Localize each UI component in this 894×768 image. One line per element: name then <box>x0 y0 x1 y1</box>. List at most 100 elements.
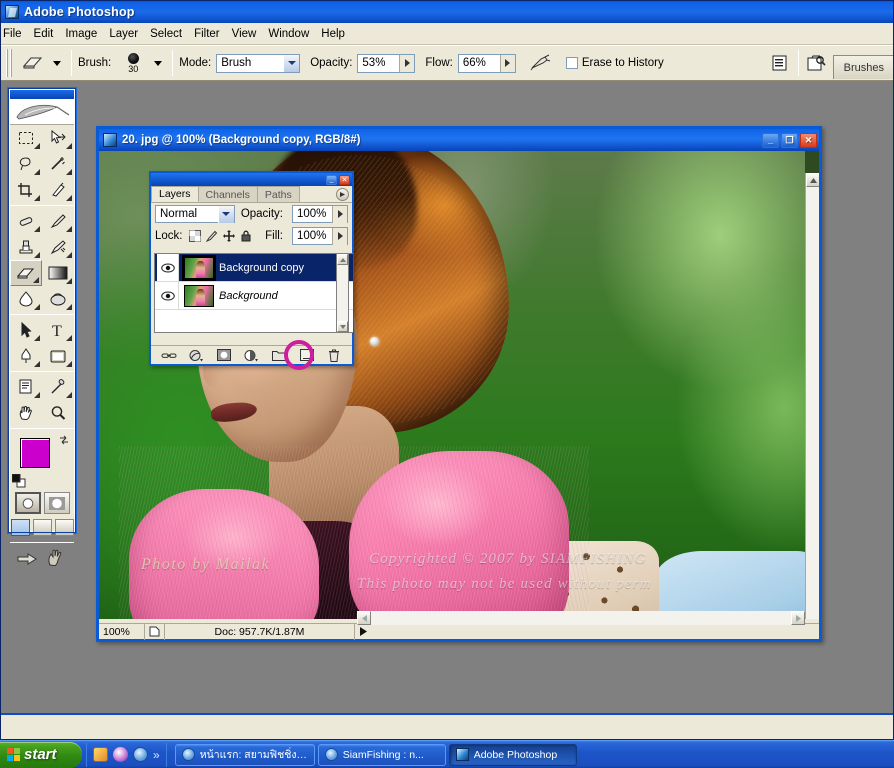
flow-slider-arrow-icon[interactable] <box>499 54 515 72</box>
erase-to-history-checkbox[interactable]: Erase to History <box>565 57 664 69</box>
scroll-right-arrow-icon[interactable] <box>791 611 805 625</box>
adjustment-layer-icon[interactable] <box>243 348 260 363</box>
brushes-palette-tab[interactable]: Brushes <box>832 55 893 79</box>
table-row[interactable]: Background <box>155 282 353 310</box>
opacity-slider-arrow-icon[interactable] <box>399 54 415 72</box>
document-title-bar[interactable]: 20. jpg @ 100% (Background copy, RGB/8#)… <box>99 129 819 151</box>
chevron-right-icon[interactable]: » <box>153 748 160 762</box>
standard-screen-mode-button[interactable] <box>10 519 30 536</box>
menu-item-filter[interactable]: Filter <box>186 26 228 42</box>
options-bar-grip[interactable] <box>5 48 13 78</box>
close-button[interactable]: ✕ <box>800 132 817 148</box>
brush-tool[interactable] <box>42 208 74 234</box>
minimize-button[interactable]: _ <box>762 132 779 148</box>
tab-layers[interactable]: Layers <box>151 186 199 202</box>
menu-item-select[interactable]: Select <box>142 26 190 42</box>
notes-tool[interactable] <box>10 374 42 400</box>
taskbar-button-siamfishing-home[interactable]: หน้าแรก: สยามฟิชชิ่ง -... <box>174 743 315 766</box>
layer-mask-icon[interactable] <box>215 348 232 363</box>
delete-layer-icon[interactable] <box>326 348 343 363</box>
layer-thumbnail[interactable] <box>184 284 214 307</box>
scroll-up-arrow-icon[interactable] <box>806 173 819 187</box>
lock-position-icon[interactable] <box>222 230 235 242</box>
table-row[interactable]: Background copy <box>155 254 353 282</box>
mode-select[interactable]: Brush <box>216 53 301 73</box>
toolbox-title-bar[interactable] <box>10 90 74 99</box>
tab-channels[interactable]: Channels <box>197 186 258 202</box>
eraser-icon[interactable] <box>17 50 49 76</box>
layer-name[interactable]: Background copy <box>219 262 304 274</box>
show-desktop-icon[interactable] <box>93 747 108 762</box>
quick-mask-mode-button[interactable] <box>43 492 70 514</box>
layer-name[interactable]: Background <box>219 290 278 302</box>
flow-input[interactable]: 66% <box>457 53 516 73</box>
fill-slider-arrow-icon[interactable] <box>332 227 347 245</box>
layer-visibility-toggle[interactable] <box>157 282 179 309</box>
new-layer-icon[interactable] <box>298 348 315 363</box>
pen-tool[interactable] <box>10 343 42 369</box>
maximize-button[interactable]: ❐ <box>781 132 798 148</box>
layer-opacity-input[interactable]: 100% <box>292 205 348 223</box>
menu-item-layer[interactable]: Layer <box>101 26 146 42</box>
move-tool[interactable] <box>42 125 74 151</box>
tab-paths[interactable]: Paths <box>256 186 300 202</box>
history-brush-tool[interactable] <box>42 234 74 260</box>
blend-mode-select[interactable]: Normal <box>155 205 235 223</box>
lock-all-icon[interactable] <box>240 230 252 242</box>
zoom-tool[interactable] <box>42 400 74 426</box>
lasso-tool[interactable] <box>10 151 42 177</box>
layer-style-icon[interactable] <box>188 348 205 363</box>
taskbar-button-photoshop[interactable]: Adobe Photoshop <box>448 743 577 766</box>
gradient-tool[interactable] <box>42 260 74 286</box>
layers-palette-title-bar[interactable]: _ ✕ <box>151 173 352 186</box>
start-button[interactable]: start <box>0 741 82 768</box>
standard-mask-mode-button[interactable] <box>14 492 41 514</box>
internet-explorer-icon[interactable] <box>133 747 148 762</box>
document-horizontal-scrollbar[interactable] <box>357 611 805 625</box>
palette-close-button[interactable]: ✕ <box>339 174 350 185</box>
brush-chevron-down-icon[interactable] <box>154 60 163 66</box>
swap-colors-icon[interactable] <box>58 434 70 446</box>
document-vertical-scrollbar[interactable] <box>805 173 819 619</box>
lock-image-icon[interactable] <box>205 230 218 242</box>
lock-transparency-icon[interactable] <box>188 230 201 242</box>
blur-tool[interactable] <box>10 286 42 312</box>
hand-tool[interactable] <box>10 400 42 426</box>
new-group-icon[interactable] <box>271 348 288 363</box>
opacity-slider-arrow-icon[interactable] <box>332 205 347 223</box>
default-colors-icon[interactable] <box>12 474 26 488</box>
opacity-input[interactable]: 53% <box>357 53 416 73</box>
palette-menu-icon[interactable] <box>336 188 349 201</box>
eyedropper-tool[interactable] <box>42 374 74 400</box>
clone-stamp-tool[interactable] <box>10 234 42 260</box>
layers-list-scrollbar[interactable] <box>336 253 349 333</box>
path-selection-tool[interactable] <box>10 317 42 343</box>
marquee-tool[interactable] <box>10 125 42 151</box>
full-screen-mode-button[interactable] <box>54 519 74 536</box>
document-thumbnail-icon[interactable] <box>145 623 165 640</box>
crop-tool[interactable] <box>10 177 42 203</box>
layer-thumbnail[interactable] <box>182 254 216 281</box>
scroll-up-arrow-icon[interactable] <box>337 254 348 265</box>
palette-minimize-button[interactable]: _ <box>326 174 337 185</box>
media-player-icon[interactable] <box>113 747 128 762</box>
slice-tool[interactable] <box>42 177 74 203</box>
foreground-color-swatch[interactable] <box>20 438 50 468</box>
status-menu-arrow-icon[interactable] <box>355 627 371 636</box>
layer-visibility-toggle[interactable] <box>157 254 179 281</box>
airbrush-icon[interactable] <box>524 50 556 76</box>
taskbar-button-siamfishing[interactable]: SiamFishing : n... <box>317 743 446 766</box>
menu-item-window[interactable]: Window <box>260 26 317 42</box>
zoom-level-field[interactable]: 100% <box>99 623 145 640</box>
full-screen-menubar-mode-button[interactable] <box>32 519 52 536</box>
brush-preview[interactable]: 30 <box>116 48 150 78</box>
menu-item-help[interactable]: Help <box>313 26 353 42</box>
eraser-tool[interactable] <box>10 260 42 286</box>
dodge-tool[interactable] <box>42 286 74 312</box>
menu-item-image[interactable]: Image <box>57 26 105 42</box>
fill-input[interactable]: 100% <box>292 227 348 245</box>
link-layers-icon[interactable] <box>160 348 177 363</box>
menu-item-view[interactable]: View <box>224 26 265 42</box>
file-browser-icon[interactable] <box>805 51 829 75</box>
type-tool[interactable]: T <box>42 317 74 343</box>
